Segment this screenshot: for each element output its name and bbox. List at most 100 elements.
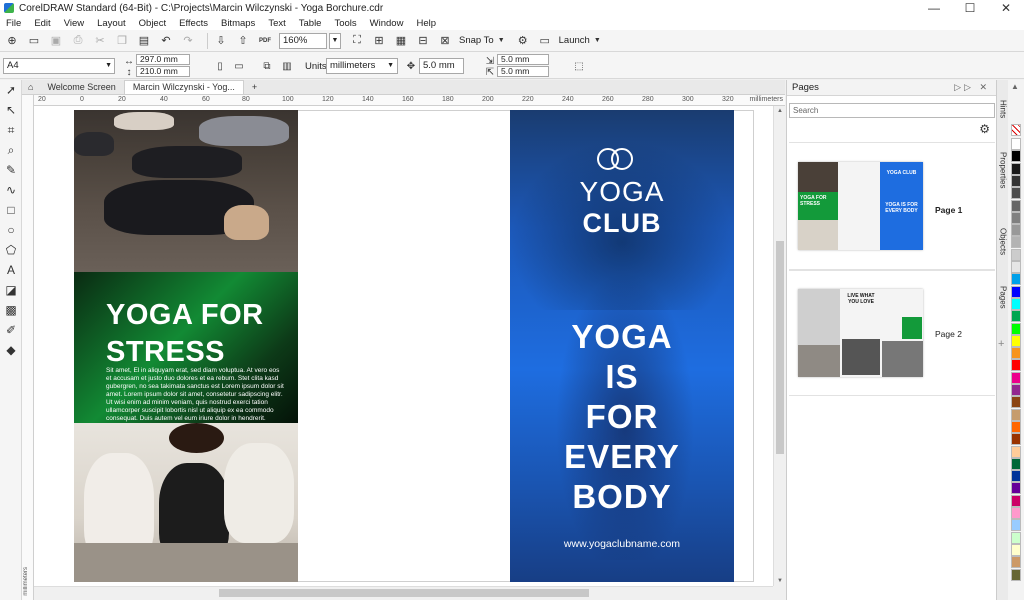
units-select[interactable]: millimeters ▼ — [326, 58, 398, 74]
pages-search-input[interactable]: Search — [789, 103, 995, 118]
launch-button[interactable]: Launch — [559, 35, 590, 46]
import-icon[interactable]: ⇩ — [213, 33, 229, 49]
color-swatch[interactable] — [1011, 285, 1021, 298]
shape-tool-icon[interactable]: ↖ — [0, 100, 22, 120]
menu-file[interactable]: File — [6, 18, 21, 29]
pages-options-gear-icon[interactable]: ⚙ — [979, 122, 990, 136]
docker-collapse-icon[interactable]: ▷▷ ✕ — [954, 82, 990, 93]
vertical-ruler[interactable]: millimeters — [22, 95, 34, 600]
treat-as-filled-icon[interactable]: ⬚ — [572, 59, 586, 73]
home-tab-icon[interactable]: ⌂ — [22, 80, 39, 94]
artistic-media-tool-icon[interactable]: ∿ — [0, 180, 22, 200]
full-screen-icon[interactable]: ⛶ — [349, 33, 365, 49]
color-swatch[interactable] — [1011, 470, 1021, 483]
color-swatch[interactable] — [1011, 482, 1021, 495]
color-swatch[interactable] — [1011, 568, 1021, 581]
color-swatch[interactable] — [1011, 211, 1021, 224]
color-swatch[interactable] — [1011, 445, 1021, 458]
drop-shadow-tool-icon[interactable]: ◪ — [0, 280, 22, 300]
color-swatch[interactable] — [1011, 162, 1021, 175]
close-button[interactable]: ✕ — [988, 0, 1024, 16]
portrait-orientation-icon[interactable]: ▯ — [213, 59, 227, 73]
color-swatch[interactable] — [1011, 457, 1021, 470]
color-swatch[interactable] — [1011, 150, 1021, 163]
drawing-canvas[interactable]: YOGA FOR STRESS Sit amet, El in aliquyam… — [34, 106, 773, 586]
transparency-tool-icon[interactable]: ▩ — [0, 300, 22, 320]
show-rulers-icon[interactable]: ⊞ — [371, 33, 387, 49]
menu-object[interactable]: Object — [139, 18, 166, 29]
cut-icon[interactable]: ✂ — [92, 33, 108, 49]
yoga-club-cover-panel[interactable]: YOGA CLUB YOGA IS FOR EVERY BODY www.yog… — [510, 110, 734, 582]
show-grid-icon[interactable]: ▦ — [393, 33, 409, 49]
freehand-tool-icon[interactable]: ✎ — [0, 160, 22, 180]
landscape-orientation-icon[interactable]: ▭ — [232, 59, 246, 73]
color-swatch[interactable] — [1011, 261, 1021, 273]
page-thumbnail-2[interactable]: LIVE WHAT YOU LOVE Page 2 — [789, 270, 995, 396]
menu-table[interactable]: Table — [299, 18, 322, 29]
launch-chevron-icon[interactable]: ▼ — [594, 37, 601, 44]
zoom-level-input[interactable]: 160% — [279, 32, 327, 49]
menu-help[interactable]: Help — [416, 18, 436, 29]
ellipse-tool-icon[interactable]: ○ — [0, 220, 22, 240]
zoom-tool-icon[interactable]: ⌕ — [0, 140, 22, 160]
color-swatch[interactable] — [1011, 359, 1021, 372]
options-gear-icon[interactable]: ⚙ — [515, 33, 531, 49]
menu-edit[interactable]: Edit — [34, 18, 50, 29]
page-thumbnail-1[interactable]: YOGA FOR STRESS YOGA CLUB YOGA IS FOR EV… — [789, 142, 995, 270]
open-folder-icon[interactable]: ▭ — [26, 33, 42, 49]
zoom-dropdown-chevron-icon[interactable]: ▼ — [329, 32, 341, 49]
color-swatch[interactable] — [1011, 322, 1021, 335]
menu-bitmaps[interactable]: Bitmaps — [221, 18, 255, 29]
color-swatch[interactable] — [1011, 310, 1021, 323]
color-swatch[interactable] — [1011, 138, 1021, 150]
vertical-scroll-thumb[interactable] — [776, 241, 784, 454]
menu-layout[interactable]: Layout — [97, 18, 126, 29]
color-swatch[interactable] — [1011, 433, 1021, 446]
color-swatch[interactable] — [1011, 556, 1021, 569]
snap-to-chevron-icon[interactable]: ▼ — [498, 37, 505, 44]
color-swatch[interactable] — [1011, 334, 1021, 347]
redo-icon[interactable]: ↷ — [180, 33, 196, 49]
menu-tools[interactable]: Tools — [334, 18, 356, 29]
color-swatch[interactable] — [1011, 248, 1021, 261]
page-size-select[interactable]: A4 ▼ — [3, 58, 115, 74]
yoga-for-stress-panel[interactable]: YOGA FOR STRESS Sit amet, El in aliquyam… — [74, 272, 298, 423]
undo-icon[interactable]: ↶ — [158, 33, 174, 49]
eyedropper-tool-icon[interactable]: ✐ — [0, 320, 22, 340]
color-swatch[interactable] — [1011, 297, 1021, 310]
crop-tool-icon[interactable]: ⌗ — [0, 120, 22, 140]
color-swatch[interactable] — [1011, 494, 1021, 507]
color-swatch[interactable] — [1011, 396, 1021, 409]
page-height-input[interactable]: 210.0 mm — [136, 66, 190, 77]
color-swatch[interactable] — [1011, 408, 1021, 421]
vertical-scrollbar[interactable]: ▲ ▼ — [773, 106, 785, 586]
color-swatch[interactable] — [1011, 507, 1021, 519]
tab-welcome-screen[interactable]: Welcome Screen — [39, 80, 123, 94]
color-swatch[interactable] — [1011, 371, 1021, 384]
yoga-class-photo-top[interactable] — [74, 110, 298, 272]
horizontal-scrollbar[interactable] — [34, 586, 773, 598]
horizontal-scroll-thumb[interactable] — [219, 589, 589, 597]
color-swatch[interactable] — [1011, 420, 1021, 433]
tab-document[interactable]: Marcin Wilczynski - Yog... — [123, 80, 244, 94]
copy-icon[interactable]: ❐ — [114, 33, 130, 49]
save-icon[interactable]: ▣ — [48, 33, 64, 49]
color-swatch[interactable] — [1011, 273, 1021, 286]
publish-pdf-icon[interactable]: PDF — [257, 33, 273, 49]
duplicate-x-input[interactable]: 5.0 mm — [497, 54, 549, 65]
add-docker-plus-icon[interactable]: + — [998, 338, 1004, 350]
duplicate-y-input[interactable]: 5.0 mm — [497, 66, 549, 77]
minimize-button[interactable]: — — [916, 0, 952, 16]
color-swatch[interactable] — [1011, 384, 1021, 396]
horizontal-ruler[interactable]: 20 0 20 40 60 80 100 120 140 160 180 200… — [34, 95, 785, 106]
color-swatch[interactable] — [1011, 236, 1021, 249]
all-pages-icon[interactable]: ⧉ — [260, 59, 274, 73]
menu-effects[interactable]: Effects — [179, 18, 208, 29]
color-swatch[interactable] — [1011, 224, 1021, 237]
export-icon[interactable]: ⇧ — [235, 33, 251, 49]
color-swatch[interactable] — [1011, 174, 1021, 187]
pick-tool-icon[interactable]: ➚ — [0, 80, 22, 100]
color-swatch[interactable] — [1011, 199, 1021, 212]
menu-text[interactable]: Text — [268, 18, 285, 29]
launch-app-icon[interactable]: ▭ — [537, 33, 553, 49]
